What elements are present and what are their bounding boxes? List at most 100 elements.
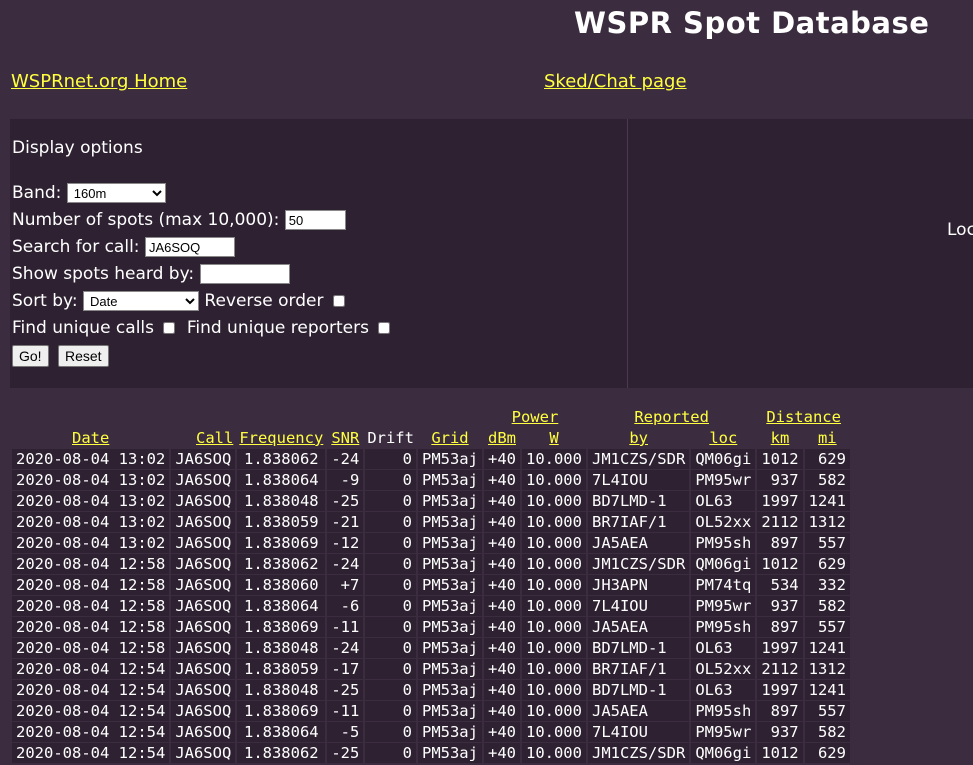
call-cell: JA6SOQ (171, 449, 236, 469)
frequency-cell: 1.838048 (237, 491, 326, 511)
reporter-loc-cell: PM95wr (691, 596, 756, 616)
km-cell: 937 (757, 470, 803, 490)
sort-row: Sort by: Date Reverse order (12, 291, 345, 311)
reverse-order-checkbox[interactable] (332, 295, 345, 307)
snr-cell: -24 (327, 449, 364, 469)
table-row: 2020-08-04 12:58 JA6SOQ 1.838048 -24 0 PM53aj… (12, 638, 850, 658)
table-row: 2020-08-04 12:58 JA6SOQ 1.838062 -24 0 PM53aj… (12, 554, 850, 574)
sked-chat-link[interactable]: Sked/Chat page (544, 71, 687, 92)
km-cell: 1012 (757, 449, 803, 469)
mi-cell: 629 (804, 554, 850, 574)
band-row: Band: 160m (12, 183, 166, 203)
km-column-header[interactable]: km (757, 428, 802, 448)
reporter-cell: BD7LMD-1 (587, 680, 690, 700)
display-options-panel: Display options Band: 160m Number of spo… (10, 119, 973, 388)
km-cell: 937 (757, 722, 803, 742)
call-search-label: Search for call: (12, 237, 140, 257)
mi-cell: 1241 (804, 491, 850, 511)
dbm-cell: +40 (483, 617, 520, 637)
sort-select[interactable]: Date (83, 291, 199, 311)
mi-column-header[interactable]: mi (805, 428, 850, 448)
km-cell: 2112 (757, 659, 803, 679)
reset-button[interactable]: Reset (57, 345, 109, 367)
reported-group-header[interactable]: Reported (588, 407, 755, 427)
spots-input[interactable] (284, 210, 346, 230)
grid-cell: PM53aj (417, 743, 482, 763)
power-group-header[interactable]: Power (484, 407, 586, 427)
km-cell: 1997 (757, 491, 803, 511)
wsprnet-home-link[interactable]: WSPRnet.org Home (11, 71, 187, 92)
reporter-loc-cell: OL63 (691, 491, 756, 511)
frequency-column-header[interactable]: Frequency (237, 428, 325, 448)
distance-group-header[interactable]: Distance (757, 407, 850, 427)
reporter-cell: BD7LMD-1 (587, 491, 690, 511)
watts-cell: 10.000 (521, 449, 586, 469)
grid-cell: PM53aj (417, 680, 482, 700)
snr-cell: -25 (327, 680, 364, 700)
call-search-input[interactable] (144, 237, 235, 257)
km-cell: 1997 (757, 638, 803, 658)
mi-cell: 582 (804, 470, 850, 490)
buttons-row: Go! Reset (12, 345, 109, 367)
watts-cell: 10.000 (521, 596, 586, 616)
unique-calls-checkbox[interactable] (163, 322, 176, 334)
drift-cell: 0 (365, 722, 416, 742)
side-panel-label: Loc (947, 220, 973, 240)
grid-cell: PM53aj (417, 638, 482, 658)
date-cell: 2020-08-04 12:58 (12, 596, 170, 616)
table-row: 2020-08-04 12:58 JA6SOQ 1.838069 -11 0 PM53aj… (12, 617, 850, 637)
date-cell: 2020-08-04 12:58 (12, 617, 170, 637)
date-column-header[interactable]: Date (12, 428, 169, 448)
unique-reporters-label: Find unique reporters (186, 318, 369, 338)
mi-cell: 1312 (804, 512, 850, 532)
km-cell: 897 (757, 533, 803, 553)
km-cell: 937 (757, 596, 803, 616)
grid-cell: PM53aj (417, 512, 482, 532)
km-cell: 534 (757, 575, 803, 595)
snr-cell: -17 (327, 659, 364, 679)
watts-cell: 10.000 (521, 659, 586, 679)
dbm-cell: +40 (483, 512, 520, 532)
snr-cell: +7 (327, 575, 364, 595)
dbm-cell: +40 (483, 491, 520, 511)
drift-column-header: Drift (367, 429, 414, 447)
date-cell: 2020-08-04 12:58 (12, 575, 170, 595)
frequency-cell: 1.838048 (237, 638, 326, 658)
go-button[interactable]: Go! (12, 345, 49, 367)
frequency-cell: 1.838064 (237, 596, 326, 616)
display-options-heading: Display options (12, 138, 143, 158)
call-column-header[interactable]: Call (171, 428, 235, 448)
panel-divider (627, 119, 628, 388)
reporter-loc-column-header[interactable]: loc (691, 428, 755, 448)
spots-row: Number of spots (max 10,000): (12, 210, 346, 230)
date-cell: 2020-08-04 12:54 (12, 659, 170, 679)
date-cell: 2020-08-04 13:02 (12, 449, 170, 469)
reporter-cell: 7L4IOU (587, 596, 690, 616)
date-cell: 2020-08-04 13:02 (12, 491, 170, 511)
call-cell: JA6SOQ (171, 701, 236, 721)
date-cell: 2020-08-04 12:54 (12, 743, 170, 763)
watts-cell: 10.000 (521, 680, 586, 700)
heard-by-input[interactable] (199, 264, 290, 284)
unique-reporters-checkbox[interactable] (378, 322, 391, 334)
date-cell: 2020-08-04 12:54 (12, 680, 170, 700)
snr-cell: -11 (327, 701, 364, 721)
watts-column-header[interactable]: W (522, 428, 586, 448)
reporter-cell: JA5AEA (587, 701, 690, 721)
call-cell: JA6SOQ (171, 638, 236, 658)
reporter-column-header[interactable]: by (588, 428, 689, 448)
dbm-cell: +40 (483, 743, 520, 763)
drift-cell: 0 (365, 638, 416, 658)
drift-cell: 0 (365, 680, 416, 700)
grid-cell: PM53aj (417, 701, 482, 721)
grid-cell: PM53aj (417, 617, 482, 637)
grid-column-header[interactable]: Grid (418, 428, 482, 448)
heard-by-label: Show spots heard by: (12, 264, 195, 284)
call-cell: JA6SOQ (171, 470, 236, 490)
watts-cell: 10.000 (521, 722, 586, 742)
snr-column-header[interactable]: SNR (327, 428, 363, 448)
drift-cell: 0 (365, 449, 416, 469)
band-select[interactable]: 160m (66, 183, 166, 203)
dbm-column-header[interactable]: dBm (484, 428, 520, 448)
watts-cell: 10.000 (521, 554, 586, 574)
